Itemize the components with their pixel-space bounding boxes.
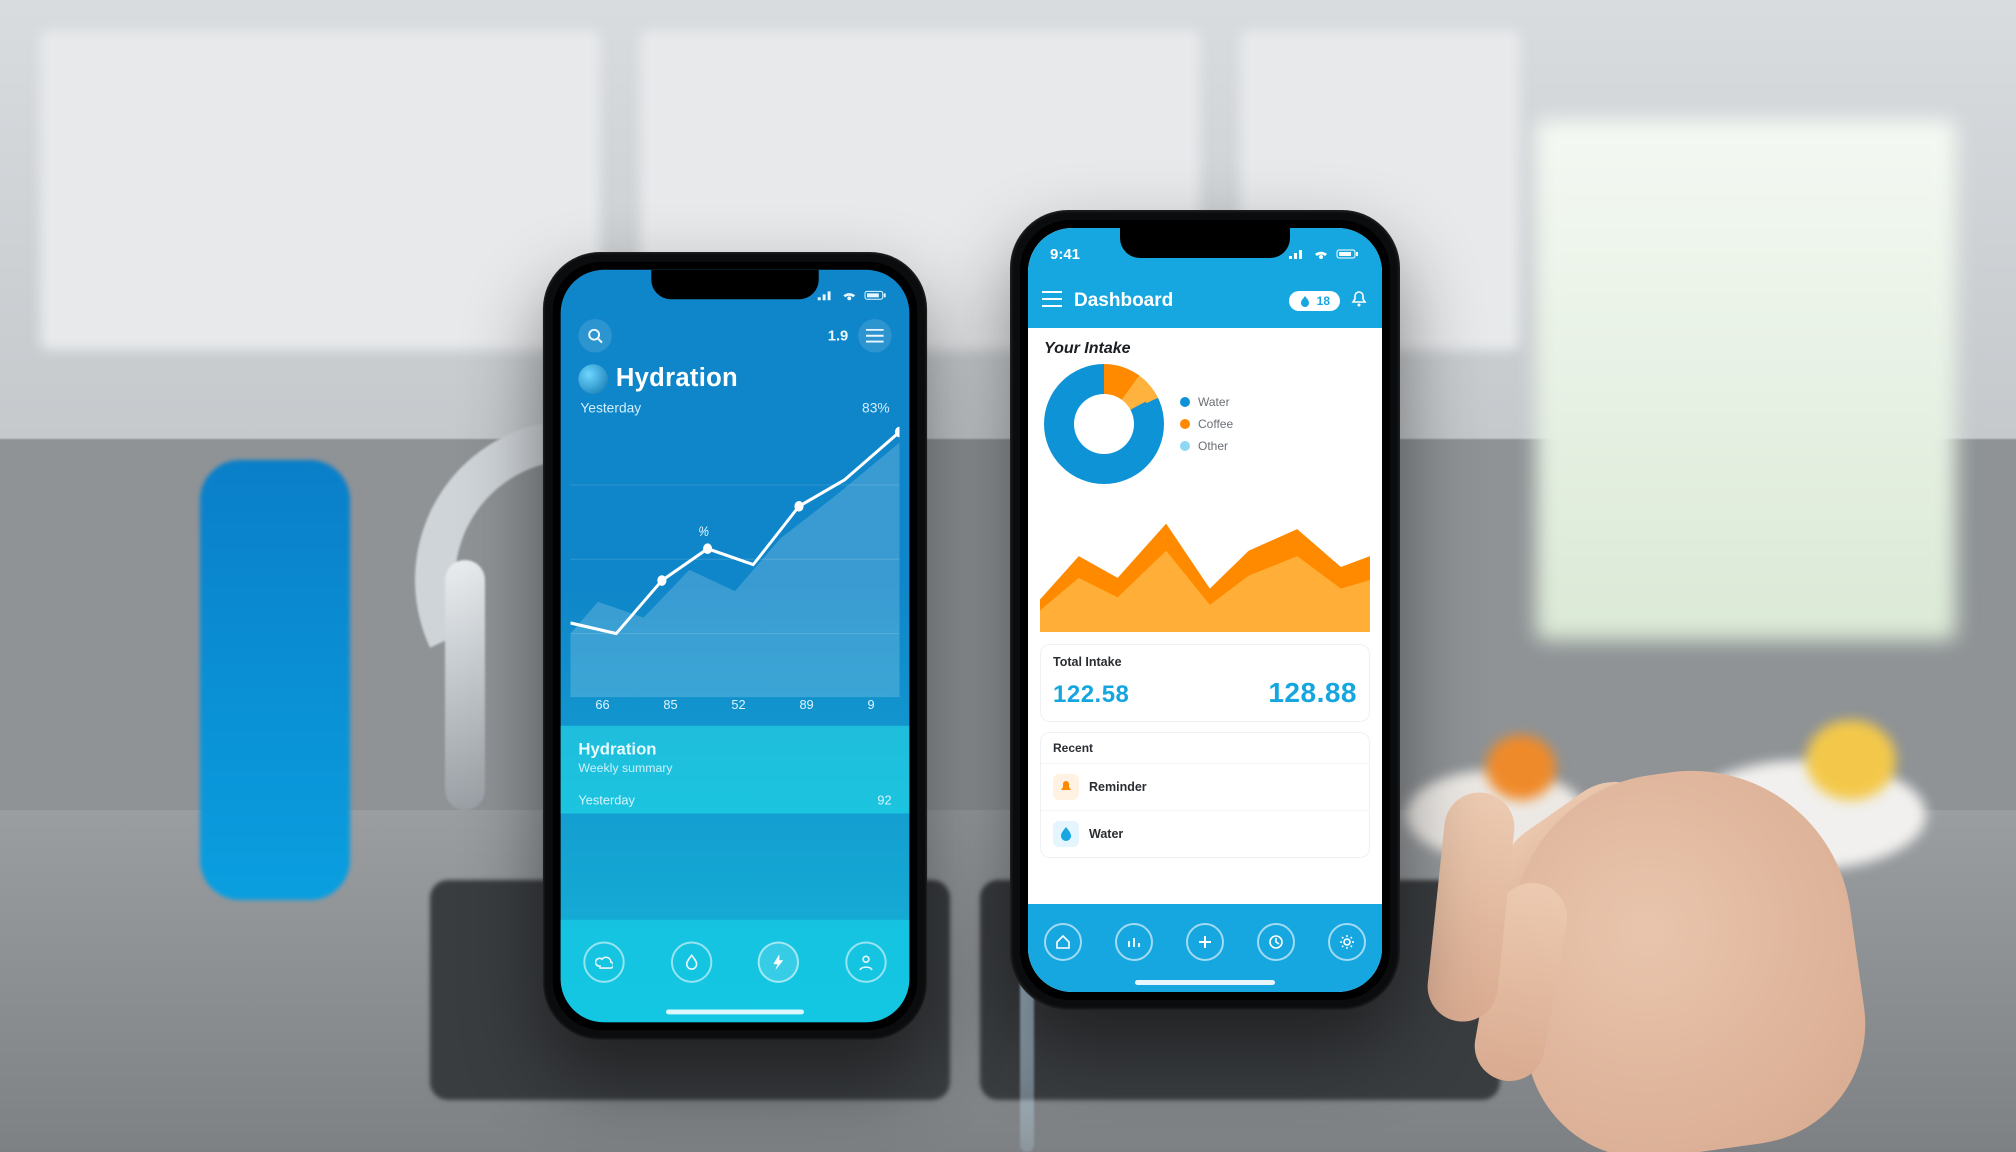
search-icon[interactable] <box>578 319 611 352</box>
x-axis-labels <box>1028 632 1382 644</box>
battery-icon <box>864 289 888 301</box>
tab-stats[interactable] <box>1115 923 1153 964</box>
lemon <box>1806 720 1896 800</box>
drop-icon <box>683 953 701 971</box>
weekly-area-chart[interactable] <box>1040 502 1370 632</box>
tab-bar <box>561 920 910 1022</box>
drop-icon <box>1058 826 1074 842</box>
app-bar: Dashboard 18 <box>1028 274 1382 328</box>
bell-icon <box>1058 779 1074 795</box>
clock-icon <box>1268 934 1284 950</box>
water-bottle <box>200 460 350 900</box>
panel-row-right: 92 <box>877 793 891 808</box>
legend-item: Water <box>1198 395 1230 409</box>
x-axis-labels: 66 85 52 89 9 <box>561 697 910 720</box>
pie-legend: Water Coffee Other <box>1180 395 1233 453</box>
list-title: Recent <box>1041 733 1369 764</box>
signal-icon <box>1288 248 1306 260</box>
plus-icon <box>1197 934 1213 950</box>
bolt-icon <box>770 953 788 971</box>
status-icons <box>817 289 888 301</box>
orange-fruit <box>1486 735 1556 800</box>
summary-panel[interactable]: Hydration Weekly summary Yesterday 92 <box>561 726 910 814</box>
notch <box>1120 228 1290 258</box>
tab-add[interactable] <box>1186 923 1224 964</box>
scene: 1.9 Hydration Yesterday 83% <box>0 0 2016 1152</box>
tab-stats[interactable] <box>671 942 712 987</box>
cloud-icon <box>595 953 613 971</box>
legend-item: Other <box>1198 439 1228 453</box>
gear-icon <box>1339 934 1355 950</box>
avatar <box>578 364 608 394</box>
top-bar: 1.9 <box>561 315 910 352</box>
hydration-line-chart[interactable]: % <box>571 422 900 698</box>
signal-icon <box>817 289 835 301</box>
tab-home[interactable] <box>1044 923 1082 964</box>
person-icon <box>857 953 875 971</box>
tab-add[interactable] <box>758 942 799 987</box>
list-item[interactable]: Water <box>1041 811 1369 857</box>
intake-section: Your Intake Water Coffee Other <box>1028 328 1382 496</box>
tab-profile[interactable] <box>845 942 886 987</box>
sub-right: 83% <box>862 400 890 416</box>
metric-title: Total Intake <box>1053 655 1357 669</box>
top-value: 1.9 <box>828 327 849 344</box>
svg-text:%: % <box>698 523 709 539</box>
legend-item: Coffee <box>1198 417 1233 431</box>
chart-icon <box>1126 934 1142 950</box>
kitchen-window <box>1536 120 1956 640</box>
metric-card[interactable]: Total Intake 122.58 128.88 <box>1040 644 1370 722</box>
home-indicator[interactable] <box>666 1009 804 1014</box>
metric-left: 122.58 <box>1053 681 1129 709</box>
bell-icon[interactable] <box>1350 290 1368 313</box>
menu-icon[interactable] <box>1042 291 1062 312</box>
notch <box>651 270 818 300</box>
phone-left-screen: 1.9 Hydration Yesterday 83% <box>561 270 910 1023</box>
kitchen-cabinet <box>40 30 600 350</box>
app-title: Dashboard <box>1074 290 1173 312</box>
wifi-icon <box>1312 248 1330 260</box>
sub-row: Yesterday 83% <box>561 394 910 418</box>
panel-sub: Weekly summary <box>578 761 891 775</box>
metric-right: 128.88 <box>1268 677 1357 709</box>
home-icon <box>1055 934 1071 950</box>
phone-left: 1.9 Hydration Yesterday 83% <box>543 252 927 1040</box>
tab-history[interactable] <box>1257 923 1295 964</box>
phone-right-screen: 9:41 Dashboard 18 <box>1028 228 1382 992</box>
panel-title: Hydration <box>578 740 891 760</box>
tab-bar <box>1028 904 1382 992</box>
phone-right: 9:41 Dashboard 18 <box>1010 210 1400 1010</box>
status-icons <box>1288 248 1360 260</box>
intake-pie-chart[interactable] <box>1044 364 1164 484</box>
section-title: Your Intake <box>1044 340 1366 358</box>
sub-left: Yesterday <box>580 400 641 416</box>
tab-settings[interactable] <box>1328 923 1366 964</box>
wifi-icon <box>840 289 858 301</box>
drop-icon <box>1299 295 1311 307</box>
menu-icon[interactable] <box>858 319 891 352</box>
home-indicator[interactable] <box>1135 980 1275 985</box>
page-title: Hydration <box>578 362 891 394</box>
status-time: 9:41 <box>1050 246 1080 263</box>
status-badge[interactable]: 18 <box>1289 291 1340 311</box>
recent-list: Recent Reminder Water <box>1040 732 1370 858</box>
tab-home[interactable] <box>584 942 625 987</box>
panel-row-left: Yesterday <box>578 793 634 808</box>
list-item[interactable]: Reminder <box>1041 764 1369 811</box>
battery-icon <box>1336 248 1360 260</box>
